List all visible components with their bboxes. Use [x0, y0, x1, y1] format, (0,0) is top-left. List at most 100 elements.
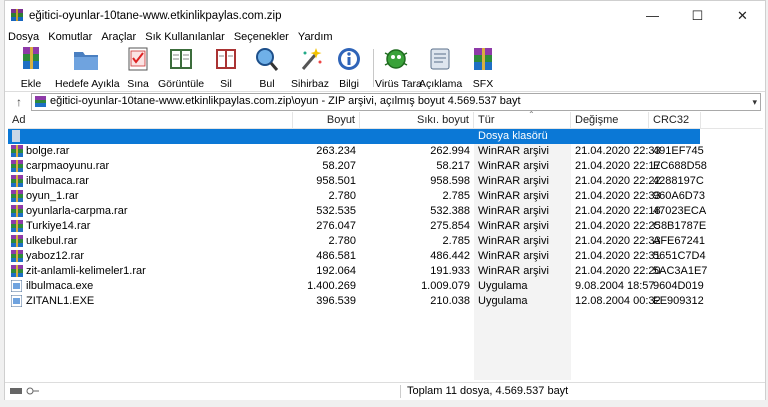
winrar-window: eğitici-oyunlar-10tane-www.etkinlikpayla… — [4, 0, 766, 400]
find-label: Bul — [259, 78, 275, 90]
delete-book-icon — [216, 49, 236, 69]
file-modified: 21.04.2020 22:33 — [575, 235, 661, 247]
file-crc: FE909312 — [653, 295, 704, 307]
file-row[interactable]: oyunlarla-carpma.rar 532.535 532.388 WinRAR… — [8, 204, 763, 219]
file-name: ilbulmaca.rar — [26, 175, 89, 187]
column-packed[interactable]: Sıkı. boyut — [360, 112, 474, 128]
file-type: WinRAR arşivi — [478, 235, 549, 247]
file-row[interactable]: zit-anlamli-kelimeler1.rar 192.064 191.933… — [8, 264, 763, 279]
menu-sik-kullanilanlar[interactable]: Sık Kullanılanlar — [142, 29, 228, 45]
file-size: 396.539 — [316, 295, 356, 307]
file-list: Ad Boyut Sıkı. boyut Tür Değişme CRC32 ⌃… — [8, 110, 763, 380]
sfx-label: SFX — [472, 78, 494, 90]
parent-folder-row[interactable]: Dosya klasörü — [8, 129, 763, 144]
virus-scan-button[interactable]: Virüs Tara — [375, 45, 422, 91]
delete-label: Sil — [220, 78, 232, 90]
column-header: Ad Boyut Sıkı. boyut Tür Değişme CRC32 ⌃ — [8, 110, 763, 129]
view-label: Görüntüle — [158, 78, 205, 90]
file-packed-size: 486.442 — [430, 250, 470, 262]
file-crc: 47023ECA — [653, 205, 707, 217]
close-button[interactable]: ✕ — [720, 1, 765, 31]
file-row[interactable]: ZITANL1.EXE 396.539 210.038 Uygulama 12.08.2… — [8, 294, 763, 309]
menu-komutlar[interactable]: Komutlar — [45, 29, 95, 45]
column-crc[interactable]: CRC32 — [649, 112, 701, 128]
file-row[interactable]: ilbulmaca.exe 1.400.269 1.009.079 Uygulama 9… — [8, 279, 763, 294]
file-modified: 21.04.2020 22:17 — [575, 160, 661, 172]
window-title: eğitici-oyunlar-10tane-www.etkinlikpayla… — [29, 10, 282, 22]
file-type: WinRAR arşivi — [478, 175, 549, 187]
file-modified: 9.08.2004 18:57 — [575, 280, 655, 292]
path-dropdown-icon[interactable]: ▾ — [752, 94, 757, 110]
file-modified: 21.04.2020 22:20 — [575, 265, 661, 277]
wizard-button[interactable]: Sihirbaz — [290, 45, 330, 91]
find-button[interactable]: Bul — [251, 45, 283, 91]
rar-file-icon — [11, 265, 23, 277]
view-button[interactable]: Görüntüle — [158, 45, 204, 91]
rar-file-icon — [11, 220, 23, 232]
menu-secenekler[interactable]: Seçenekler — [231, 29, 292, 45]
file-name: ilbulmaca.exe — [26, 280, 94, 292]
file-modified: 21.04.2020 22:33 — [575, 190, 661, 202]
exe-file-icon — [11, 295, 22, 307]
status-separator — [400, 385, 401, 398]
rar-file-icon — [11, 235, 23, 247]
file-crc: 491EF745 — [653, 145, 704, 157]
status-total: Toplam 11 dosya, 4.569.537 bayt — [407, 385, 569, 397]
file-row[interactable]: ulkebul.rar 2.780 2.785 WinRAR arşivi 21.04.… — [8, 234, 763, 249]
virus-scan-label: Virüs Tara — [375, 78, 422, 90]
sort-up-icon: ⌃ — [528, 110, 535, 119]
file-size: 1.400.269 — [307, 280, 356, 292]
file-name: Turkiye14.rar — [26, 220, 91, 232]
file-packed-size: 262.994 — [430, 145, 470, 157]
file-modified: 12.08.2004 00:32 — [575, 295, 661, 307]
test-label: Sına — [127, 78, 149, 90]
comment-button[interactable]: Açıklama — [419, 45, 463, 91]
file-crc: 9604D019 — [653, 280, 704, 292]
column-type[interactable]: Tür — [474, 112, 571, 128]
column-name[interactable]: Ad — [8, 112, 293, 128]
info-button[interactable]: Bilgi — [333, 45, 365, 91]
toolbar: Ekle Hedefe Ayıkla Sına Görüntüle Sil Bu… — [5, 45, 765, 91]
file-crc: 5AC3A1E7 — [653, 265, 708, 277]
file-crc: 4288197C — [653, 175, 704, 187]
add-label: Ekle — [20, 78, 42, 90]
file-modified: 21.04.2020 22:18 — [575, 205, 661, 217]
file-row[interactable]: Turkiye14.rar 276.047 275.854 WinRAR arşivi… — [8, 219, 763, 234]
file-row[interactable]: yaboz12.rar 486.581 486.442 WinRAR arşivi 21… — [8, 249, 763, 264]
comment-label: Açıklama — [419, 78, 463, 90]
menu-yardim[interactable]: Yardım — [295, 29, 336, 45]
file-row[interactable]: bolge.rar 263.234 262.994 WinRAR arşivi 21.0… — [8, 144, 763, 159]
status-bar: Toplam 11 dosya, 4.569.537 bayt — [5, 382, 765, 400]
extract-folder-icon — [74, 52, 98, 70]
minimize-button[interactable]: — — [630, 1, 675, 31]
path-field[interactable]: eğitici-oyunlar-10tane-www.etkinlikpayla… — [31, 93, 761, 111]
test-button[interactable]: Sına — [121, 45, 155, 91]
file-packed-size: 210.038 — [430, 295, 470, 307]
rar-file-icon — [11, 190, 23, 202]
file-row[interactable]: oyun_1.rar 2.780 2.785 WinRAR arşivi 21.04.2… — [8, 189, 763, 204]
sfx-button[interactable]: SFX — [467, 45, 499, 91]
column-size[interactable]: Boyut — [293, 112, 360, 128]
column-modified[interactable]: Değişme — [571, 112, 649, 128]
menu-dosya[interactable]: Dosya — [5, 29, 42, 45]
menu-araclar[interactable]: Araçlar — [98, 29, 139, 45]
find-magnifier-icon — [256, 48, 279, 71]
file-size: 532.535 — [316, 205, 356, 217]
up-one-level-button[interactable]: ↑ — [11, 94, 27, 110]
file-row[interactable]: ilbulmaca.rar 958.501 958.598 WinRAR arşivi… — [8, 174, 763, 189]
drive-key-icon — [10, 387, 39, 395]
add-button[interactable]: Ekle — [13, 45, 49, 91]
delete-button[interactable]: Sil — [210, 45, 242, 91]
extract-to-button[interactable]: Hedefe Ayıkla — [55, 45, 120, 91]
file-type: Uygulama — [478, 280, 528, 292]
toolbar-separator — [373, 49, 374, 87]
add-archive-icon — [23, 47, 39, 69]
file-name: carpmaoyunu.rar — [26, 160, 110, 172]
file-size: 2.780 — [328, 190, 356, 202]
view-book-icon — [170, 49, 192, 69]
selection-highlight — [8, 129, 700, 144]
file-packed-size: 958.598 — [430, 175, 470, 187]
file-name: zit-anlamli-kelimeler1.rar — [26, 265, 146, 277]
maximize-button[interactable]: ☐ — [675, 1, 720, 31]
file-row[interactable]: carpmaoyunu.rar 58.207 58.217 WinRAR arşivi… — [8, 159, 763, 174]
